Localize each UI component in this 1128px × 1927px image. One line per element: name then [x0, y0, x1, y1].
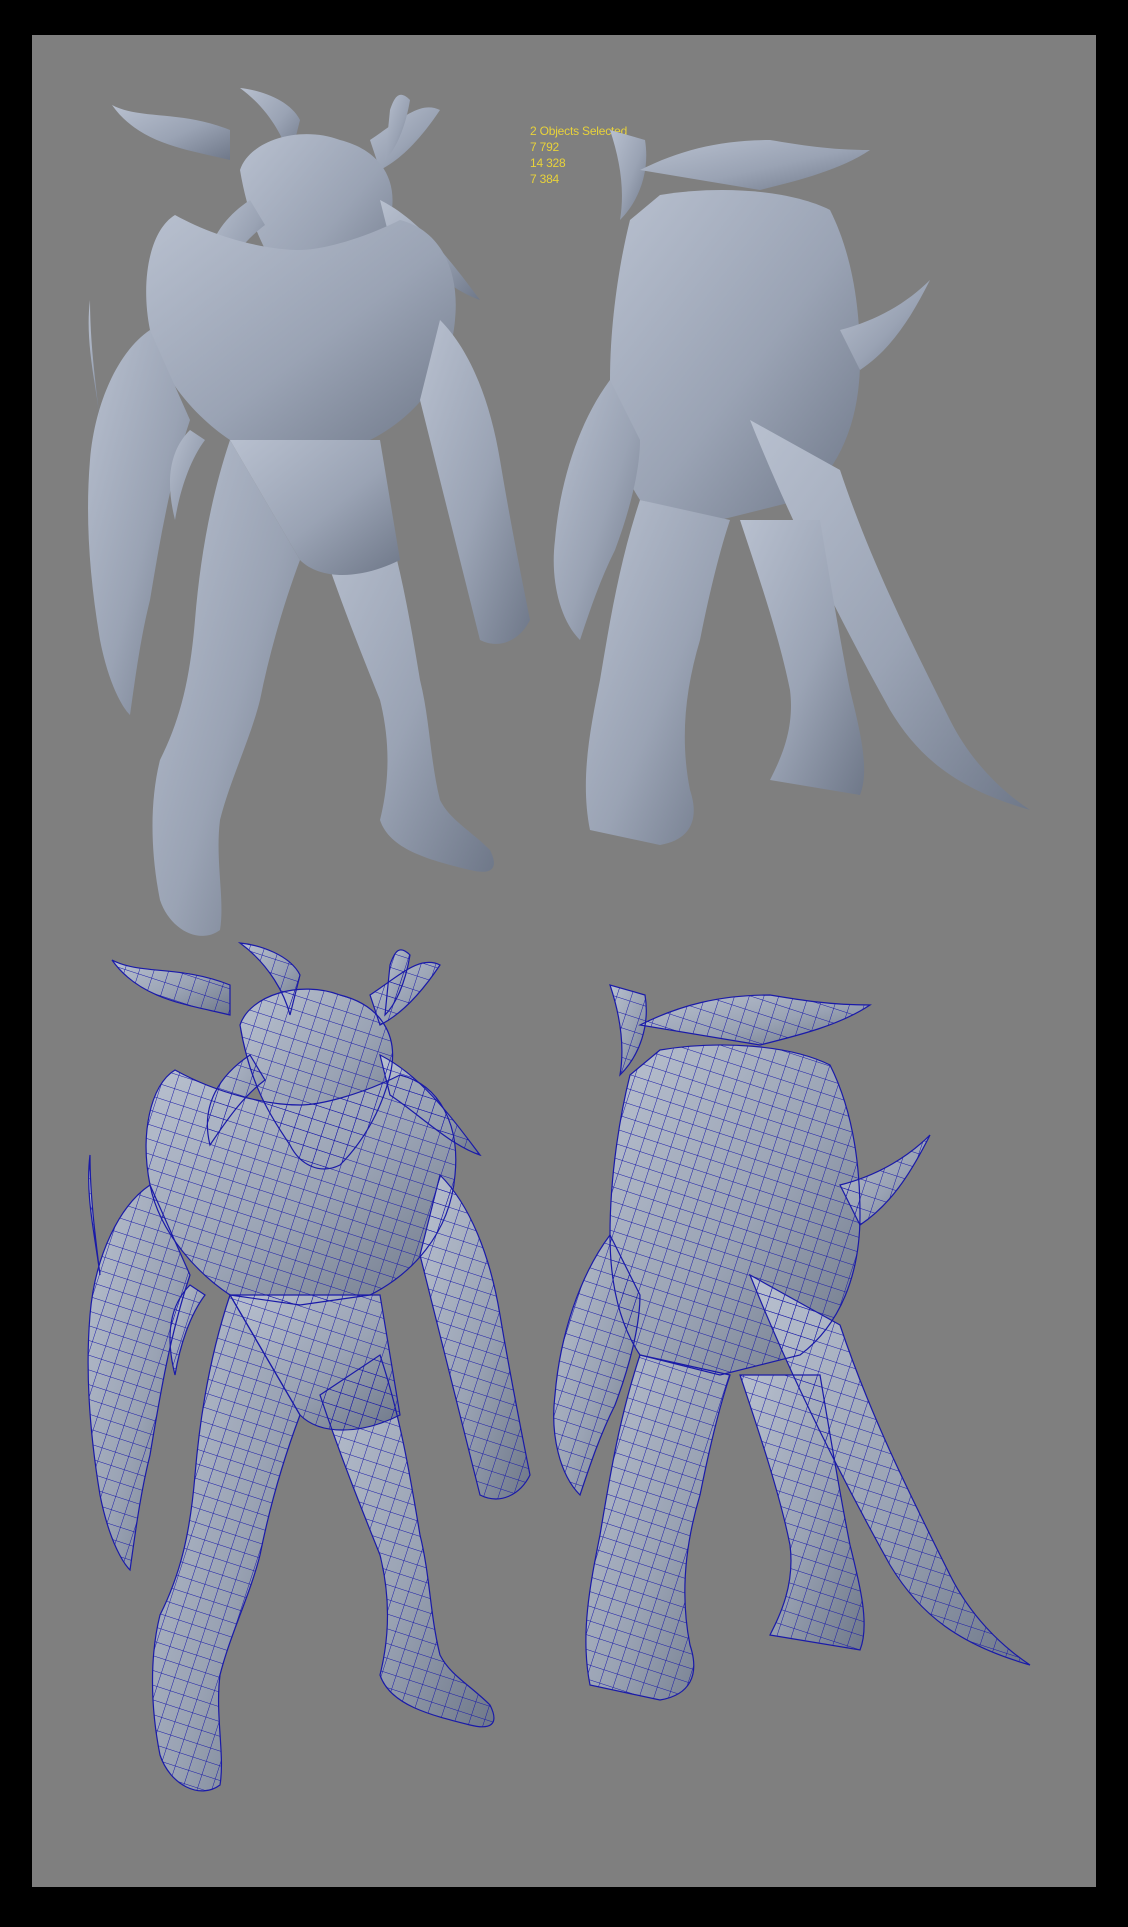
- shaded-back-model: [553, 130, 1030, 845]
- window-frame: 2 Objects Selected 7 792 14 328 7 384: [0, 0, 1128, 1927]
- shaded-front-model: [88, 88, 530, 936]
- wireframe-front-model: [87, 942, 531, 1792]
- model-render-area: [87, 88, 1031, 1792]
- wireframe-back-model: [553, 984, 1031, 1701]
